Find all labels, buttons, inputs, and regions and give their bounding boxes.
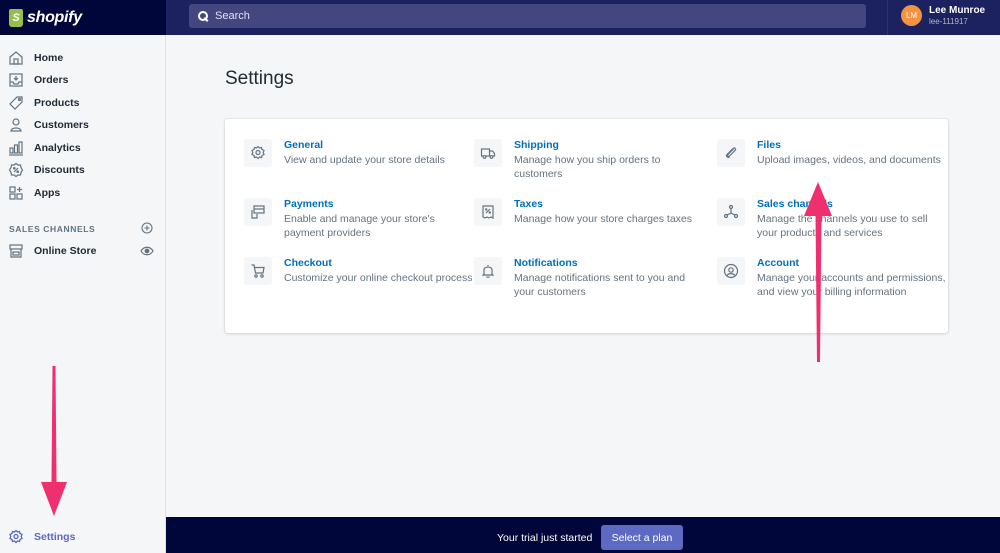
sidebar-item-label: Discounts (34, 164, 85, 176)
view-eye-icon[interactable] (140, 245, 154, 257)
cart-icon (244, 257, 272, 285)
add-sales-channel-icon[interactable] (141, 222, 153, 234)
setting-description: Upload images, videos, and documents (757, 154, 941, 166)
setting-description: Manage the channels you use to sell your… (757, 213, 928, 239)
settings-card: General View and update your store detai… (225, 119, 948, 333)
setting-title[interactable]: Files (757, 139, 781, 151)
top-bar: S shopify Search LM Lee Munroe lee-11191… (0, 0, 1000, 35)
sidebar-item-settings[interactable]: Settings (0, 526, 166, 548)
sidebar-item-customers[interactable]: Customers (0, 114, 166, 136)
shopify-logo[interactable]: S shopify (0, 0, 166, 35)
setting-description: Manage how your store charges taxes (514, 213, 693, 225)
sidebar-item-label: Settings (34, 531, 76, 543)
setting-title[interactable]: General (284, 139, 323, 151)
truck-icon (474, 139, 502, 167)
gear-icon (9, 529, 23, 544)
trial-banner: Your trial just started Select a plan (166, 517, 1000, 553)
sidebar-item-discounts[interactable]: Discounts (0, 159, 166, 181)
store-icon (9, 244, 23, 258)
apps-icon (9, 186, 23, 200)
tag-icon (9, 96, 23, 110)
sidebar-item-orders[interactable]: Orders (0, 69, 166, 91)
search-icon (198, 11, 208, 21)
orders-icon (9, 73, 23, 87)
home-icon (9, 51, 23, 65)
user-name[interactable]: Lee Munroe (929, 5, 985, 16)
channels-icon (717, 198, 745, 226)
avatar[interactable]: LM (901, 5, 922, 26)
setting-title[interactable]: Checkout (284, 257, 332, 269)
search-placeholder: Search (215, 10, 250, 22)
sidebar-item-apps[interactable]: Apps (0, 182, 166, 204)
discount-icon (8, 162, 24, 178)
bell-icon (474, 257, 502, 285)
search-input[interactable]: Search (189, 4, 866, 28)
setting-description: Manage how you ship orders to customers (514, 154, 661, 180)
sidebar-item-products[interactable]: Products (0, 92, 166, 114)
sidebar-item-label: Analytics (34, 142, 81, 154)
sidebar-item-label: Customers (34, 119, 89, 131)
user-store-id: lee-111917 (929, 17, 968, 26)
customer-icon (10, 118, 22, 132)
setting-description: View and update your store details (284, 154, 445, 166)
setting-title[interactable]: Taxes (514, 198, 543, 210)
paperclip-icon (717, 139, 745, 167)
setting-description: Manage notifications sent to you and you… (514, 272, 686, 298)
setting-title[interactable]: Notifications (514, 257, 578, 269)
setting-title[interactable]: Payments (284, 198, 334, 210)
setting-description: Enable and manage your store's payment p… (284, 213, 435, 239)
setting-description: Customize your online checkout process (284, 272, 473, 284)
page-title: Settings (225, 68, 294, 89)
shopify-bag-icon: S (9, 8, 23, 27)
divider (887, 0, 888, 35)
sidebar-item-home[interactable]: Home (0, 47, 166, 69)
sidebar: Home Orders Products Customers Analytics… (0, 35, 166, 553)
sidebar-item-label: Online Store (34, 245, 97, 257)
sidebar-item-label: Apps (34, 187, 61, 199)
sales-channels-header: SALES CHANNELS (9, 224, 96, 234)
receipt-icon (474, 198, 502, 226)
account-icon (717, 257, 745, 285)
sidebar-item-analytics[interactable]: Analytics (0, 137, 166, 159)
select-plan-button[interactable]: Select a plan (601, 525, 683, 550)
setting-title[interactable]: Shipping (514, 139, 559, 151)
analytics-icon (9, 141, 23, 156)
setting-title[interactable]: Account (757, 257, 799, 269)
payment-icon (244, 198, 272, 226)
sidebar-item-label: Home (34, 52, 64, 64)
gear-icon (244, 139, 272, 167)
setting-description: Manage your accounts and permissions, an… (757, 272, 946, 298)
logo-text: shopify (27, 8, 82, 26)
setting-title[interactable]: Sales channels (757, 198, 833, 210)
sidebar-item-online-store[interactable]: Online Store (0, 240, 166, 262)
sidebar-item-label: Products (34, 97, 80, 109)
sidebar-item-label: Orders (34, 74, 69, 86)
trial-text: Your trial just started (497, 532, 593, 544)
